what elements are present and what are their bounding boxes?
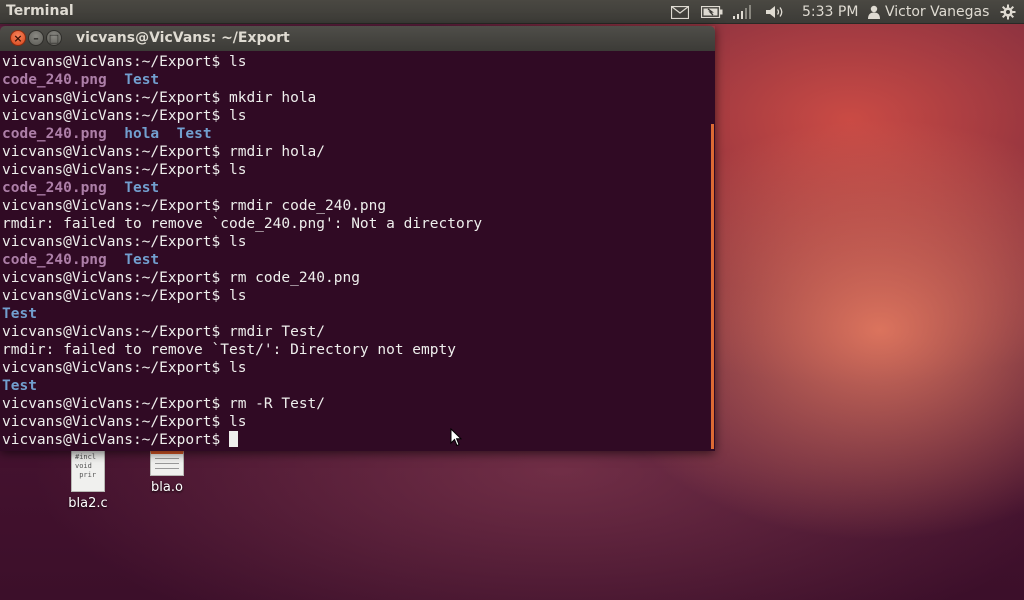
terminal-line: vicvans@VicVans:~/Export$ ls bbox=[2, 161, 482, 179]
window-title: vicvans@VicVans: ~/Export bbox=[76, 30, 290, 46]
ls-directory-entry: Test bbox=[124, 72, 160, 88]
terminal-line: vicvans@VicVans:~/Export$ rm -R Test/ bbox=[2, 395, 482, 413]
top-panel: Terminal 5:33 PM Victor Vanegas bbox=[0, 0, 1024, 24]
volume-icon[interactable] bbox=[764, 2, 786, 22]
mouse-pointer-icon bbox=[450, 428, 462, 447]
terminal-line: vicvans@VicVans:~/Export$ ls bbox=[2, 53, 482, 71]
ls-directory-entry: hola bbox=[124, 126, 160, 142]
app-menu-title[interactable]: Terminal bbox=[6, 3, 74, 19]
text-cursor bbox=[228, 431, 238, 447]
terminal-line: rmdir: failed to remove `Test/': Directo… bbox=[2, 341, 482, 359]
ls-file-entry: code_240.png bbox=[2, 126, 107, 142]
shell-command: ls bbox=[220, 234, 247, 250]
shell-command: rmdir Test/ bbox=[220, 324, 326, 340]
terminal-line: code_240.png hola Test bbox=[2, 125, 482, 143]
scrollbar[interactable] bbox=[710, 51, 715, 451]
shell-prompt: vicvans@VicVans:~/Export$ bbox=[2, 270, 221, 286]
ls-directory-entry: Test bbox=[124, 180, 160, 196]
terminal-line: vicvans@VicVans:~/Export$ rmdir hola/ bbox=[2, 143, 482, 161]
terminal-line: code_240.png Test bbox=[2, 71, 482, 89]
ls-file-entry: code_240.png bbox=[2, 72, 107, 88]
shell-prompt: vicvans@VicVans:~/Export$ bbox=[2, 432, 221, 448]
terminal-line: vicvans@VicVans:~/Export$ rm code_240.pn… bbox=[2, 269, 482, 287]
terminal-line: vicvans@VicVans:~/Export$ ls bbox=[2, 233, 482, 251]
terminal-line: vicvans@VicVans:~/Export$ ls bbox=[2, 413, 482, 431]
shell-prompt: vicvans@VicVans:~/Export$ bbox=[2, 396, 221, 412]
terminal-lines: vicvans@VicVans:~/Export$ ls code_240.png… bbox=[2, 53, 482, 449]
close-button[interactable]: × bbox=[10, 30, 26, 46]
shell-command: ls bbox=[220, 54, 247, 70]
terminal-line: vicvans@VicVans:~/Export$ rmdir Test/ bbox=[2, 323, 482, 341]
user-name[interactable]: Victor Vanegas bbox=[885, 4, 989, 20]
desktop-icon-blao[interactable]: bla.o bbox=[132, 450, 202, 495]
battery-icon[interactable] bbox=[701, 2, 723, 22]
shell-prompt: vicvans@VicVans:~/Export$ bbox=[2, 108, 221, 124]
ls-file-entry: code_240.png bbox=[2, 180, 107, 196]
network-signal-icon[interactable] bbox=[731, 2, 753, 22]
shell-command: rm -R Test/ bbox=[220, 396, 326, 412]
command-output: rmdir: failed to remove `Test/': Directo… bbox=[2, 342, 456, 358]
shell-command: rm code_240.png bbox=[220, 270, 360, 286]
object-file-icon bbox=[150, 450, 184, 476]
shell-command: rmdir code_240.png bbox=[220, 198, 387, 214]
command-output: rmdir: failed to remove `code_240.png': … bbox=[2, 216, 483, 232]
shell-prompt: vicvans@VicVans:~/Export$ bbox=[2, 288, 221, 304]
desktop-icon-label: bla2.c bbox=[68, 496, 108, 511]
terminal-line: Test bbox=[2, 377, 482, 395]
shell-command bbox=[220, 432, 229, 448]
minimize-button[interactable]: – bbox=[28, 30, 44, 46]
shell-command: ls bbox=[220, 162, 247, 178]
terminal-line: vicvans@VicVans:~/Export$ ls bbox=[2, 359, 482, 377]
shell-prompt: vicvans@VicVans:~/Export$ bbox=[2, 54, 221, 70]
shell-prompt: vicvans@VicVans:~/Export$ bbox=[2, 144, 221, 160]
shell-command: ls bbox=[220, 360, 247, 376]
ls-directory-entry: Test bbox=[176, 126, 212, 142]
shell-prompt: vicvans@VicVans:~/Export$ bbox=[2, 198, 221, 214]
terminal-line: vicvans@VicVans:~/Export$ mkdir hola bbox=[2, 89, 482, 107]
maximize-button[interactable]: □ bbox=[46, 30, 62, 46]
shell-command: rmdir hola/ bbox=[220, 144, 326, 160]
shell-command: ls bbox=[220, 288, 247, 304]
terminal-line: code_240.png Test bbox=[2, 251, 482, 269]
terminal-line: vicvans@VicVans:~/Export$ ls bbox=[2, 107, 482, 125]
terminal-line: vicvans@VicVans:~/Export$ bbox=[2, 431, 482, 449]
shell-prompt: vicvans@VicVans:~/Export$ bbox=[2, 90, 221, 106]
ls-directory-entry: Test bbox=[2, 378, 37, 394]
desktop-icon-bla2c[interactable]: #incl void prir bla2.c bbox=[53, 450, 123, 511]
terminal-line: vicvans@VicVans:~/Export$ rmdir code_240… bbox=[2, 197, 482, 215]
terminal-line: code_240.png Test bbox=[2, 179, 482, 197]
terminal-window[interactable]: × – □ vicvans@VicVans: ~/Export vicvans@… bbox=[0, 26, 715, 451]
shell-prompt: vicvans@VicVans:~/Export$ bbox=[2, 234, 221, 250]
shell-prompt: vicvans@VicVans:~/Export$ bbox=[2, 162, 221, 178]
terminal-line: Test bbox=[2, 305, 482, 323]
ls-directory-entry: Test bbox=[124, 252, 160, 268]
shell-prompt: vicvans@VicVans:~/Export$ bbox=[2, 414, 221, 430]
ls-file-entry: code_240.png bbox=[2, 252, 107, 268]
ls-directory-entry: Test bbox=[2, 306, 37, 322]
scrollbar-thumb[interactable] bbox=[711, 124, 714, 449]
gear-icon[interactable] bbox=[998, 2, 1018, 22]
clock[interactable]: 5:33 PM bbox=[802, 4, 858, 20]
terminal-output[interactable]: vicvans@VicVans:~/Export$ ls code_240.png… bbox=[0, 51, 715, 451]
shell-command: ls bbox=[220, 108, 247, 124]
shell-command: mkdir hola bbox=[220, 90, 317, 106]
shell-prompt: vicvans@VicVans:~/Export$ bbox=[2, 324, 221, 340]
desktop-icon-label: bla.o bbox=[151, 480, 183, 495]
mail-icon[interactable] bbox=[670, 2, 690, 22]
user-icon[interactable] bbox=[866, 2, 882, 22]
shell-prompt: vicvans@VicVans:~/Export$ bbox=[2, 360, 221, 376]
terminal-line: rmdir: failed to remove `code_240.png': … bbox=[2, 215, 482, 233]
shell-command: ls bbox=[220, 414, 247, 430]
c-source-file-icon: #incl void prir bbox=[71, 450, 105, 492]
terminal-line: vicvans@VicVans:~/Export$ ls bbox=[2, 287, 482, 305]
window-titlebar[interactable]: × – □ vicvans@VicVans: ~/Export bbox=[0, 26, 715, 51]
